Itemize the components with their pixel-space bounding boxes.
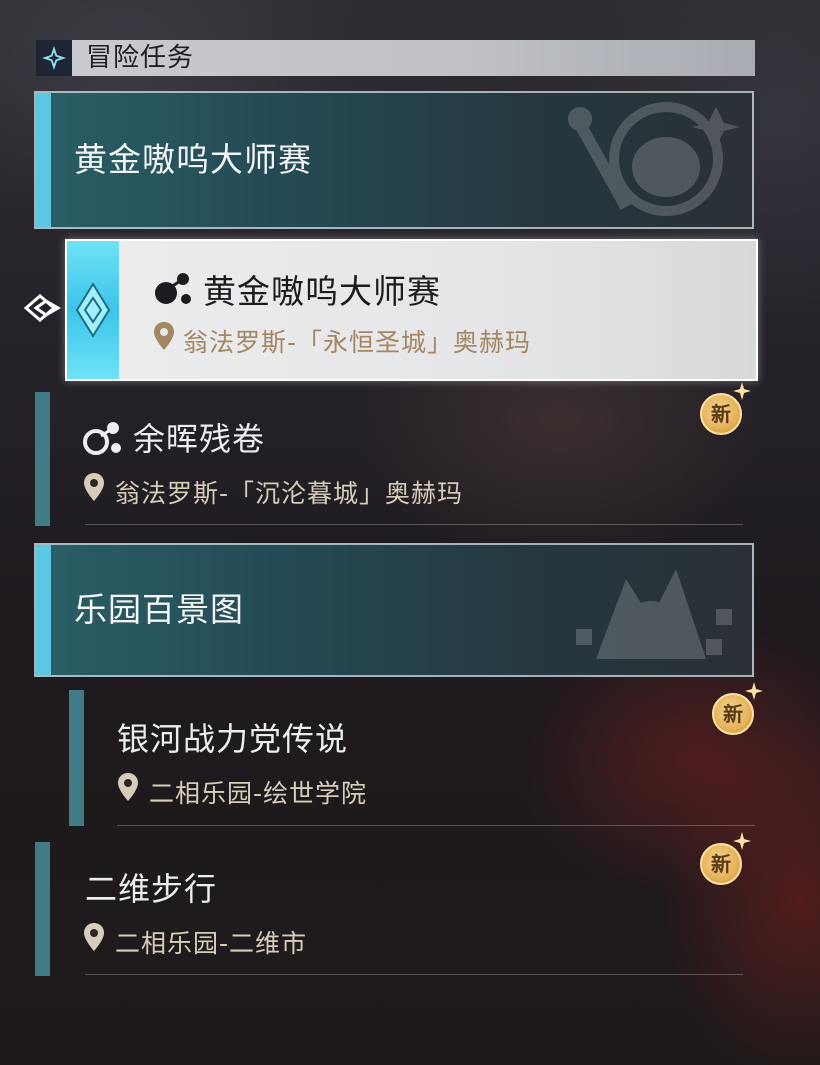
group-title: 乐园百景图 xyxy=(74,590,244,629)
sparkle-icon xyxy=(745,682,763,700)
quest-title: 二维步行 xyxy=(85,870,218,908)
monster-emblem xyxy=(576,569,732,659)
quest-location: 二相乐园-绘世学院 xyxy=(149,779,368,808)
quest-type-icon xyxy=(155,273,191,304)
divider xyxy=(117,825,755,826)
sparkle-icon xyxy=(36,40,72,76)
quest-title: 银河战力党传说 xyxy=(117,720,349,758)
sparkle-icon xyxy=(733,832,751,850)
section-header: 冒险任务 xyxy=(36,40,755,76)
divider xyxy=(85,974,743,975)
quest-item[interactable]: 余晖残卷 翁法罗斯-「沉沦暮城」奥赫玛 新 xyxy=(35,382,751,526)
location-pin-icon xyxy=(84,923,104,951)
crystal-icon xyxy=(67,241,119,379)
group-accent-bar xyxy=(36,545,51,675)
sparkle-icon xyxy=(733,382,751,400)
quest-accent-bar xyxy=(35,842,50,976)
section-title: 冒险任务 xyxy=(86,43,195,73)
group-title: 黄金嗷呜大师赛 xyxy=(74,140,312,179)
quest-title: 黄金嗷呜大师赛 xyxy=(203,272,441,311)
quest-location: 二相乐园-二维市 xyxy=(115,929,308,958)
quest-group-golden-masters[interactable]: 黄金嗷呜大师赛 xyxy=(34,91,754,229)
quest-item-selected[interactable]: 黄金嗷呜大师赛 翁法罗斯-「永恒圣城」奥赫玛 xyxy=(65,239,758,381)
new-badge: 新 xyxy=(705,682,765,742)
quest-location: 翁法罗斯-「永恒圣城」奥赫玛 xyxy=(183,328,532,357)
location-pin-icon xyxy=(118,773,138,801)
location-pin-icon xyxy=(154,322,174,350)
group-accent-bar xyxy=(36,93,51,227)
quest-type-icon xyxy=(83,422,121,455)
quest-title: 余晖残卷 xyxy=(133,420,266,458)
quest-accent-bar xyxy=(69,690,84,826)
selection-pointer-icon xyxy=(24,294,61,322)
mascot-emblem xyxy=(568,102,740,216)
new-badge: 新 xyxy=(693,382,753,442)
quest-location: 翁法罗斯-「沉沦暮城」奥赫玛 xyxy=(115,479,464,508)
new-badge: 新 xyxy=(693,832,753,892)
quest-accent-bar xyxy=(35,392,50,526)
quest-group-paradise-panorama[interactable]: 乐园百景图 xyxy=(34,543,754,677)
divider xyxy=(85,524,743,525)
quest-item[interactable]: 二维步行 二相乐园-二维市 新 xyxy=(35,832,751,976)
quest-item[interactable]: 银河战力党传说 二相乐园-绘世学院 新 xyxy=(35,682,763,828)
location-pin-icon xyxy=(84,473,104,501)
